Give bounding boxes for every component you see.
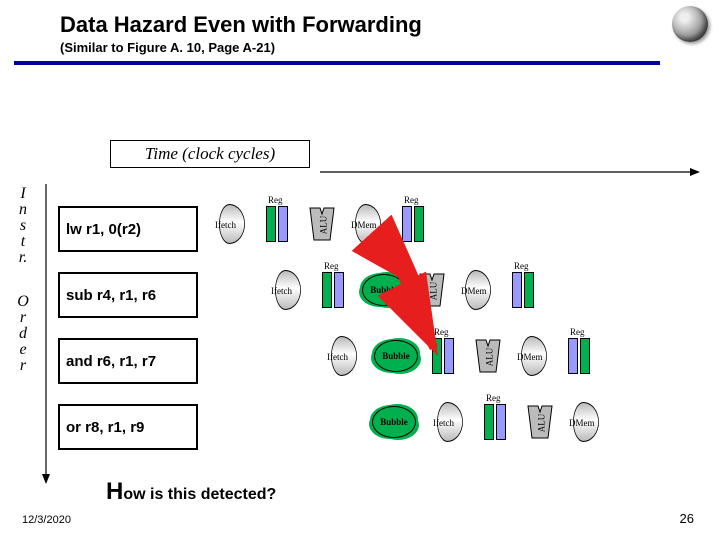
slide-title: Data Hazard Even with Forwarding (0, 0, 720, 40)
reg-write-icon (568, 338, 598, 374)
slide-date: 12/3/2020 (22, 514, 71, 526)
reg-read-icon (484, 404, 514, 440)
instr-sub: sub r4, r1, r6 (58, 272, 198, 318)
instr-lw: lw r1, 0(r2) (58, 206, 198, 252)
title-underline (14, 61, 660, 65)
reg-write-icon (512, 272, 542, 308)
reg-read-icon (266, 206, 296, 242)
reg-write-icon (402, 206, 432, 242)
alu-icon: ALU (526, 404, 554, 440)
reg-read-icon (322, 272, 352, 308)
instr-or: or r8, r1, r9 (58, 404, 198, 450)
vaxis-instr-label: Instr. (16, 186, 30, 266)
time-axis-label: Time (clock cycles) (110, 140, 310, 168)
university-seal-icon (672, 6, 708, 42)
alu-icon: ALU (474, 338, 502, 374)
pipe-row-and: Ifetch Bubble Reg ALU DMem Reg (324, 338, 352, 374)
detected-question: How is this detected? (106, 478, 276, 506)
time-axis-arrow (320, 166, 700, 178)
vaxis-order-label: Order (16, 294, 30, 374)
pipe-row-lw: Ifetch Reg ALU DMem Reg (212, 206, 240, 242)
bubble-icon: Bubble (362, 274, 406, 306)
slide-number: 26 (680, 511, 694, 526)
alu-icon: ALU (308, 206, 336, 242)
alu-icon: ALU (418, 272, 446, 308)
instr-and: and r6, r1, r7 (58, 338, 198, 384)
pipe-row-sub: Ifetch Reg Bubble ALU DMem Reg (268, 272, 296, 308)
order-axis-arrow (40, 184, 52, 484)
pipe-row-or: Bubble Ifetch Reg ALU DMem (372, 404, 400, 440)
bubble-icon: Bubble (372, 406, 416, 438)
reg-read-icon (432, 338, 462, 374)
slide-subtitle: (Similar to Figure A. 10, Page A-21) (0, 40, 720, 61)
forwarding-arrows (0, 0, 720, 540)
bubble-icon: Bubble (374, 340, 418, 372)
